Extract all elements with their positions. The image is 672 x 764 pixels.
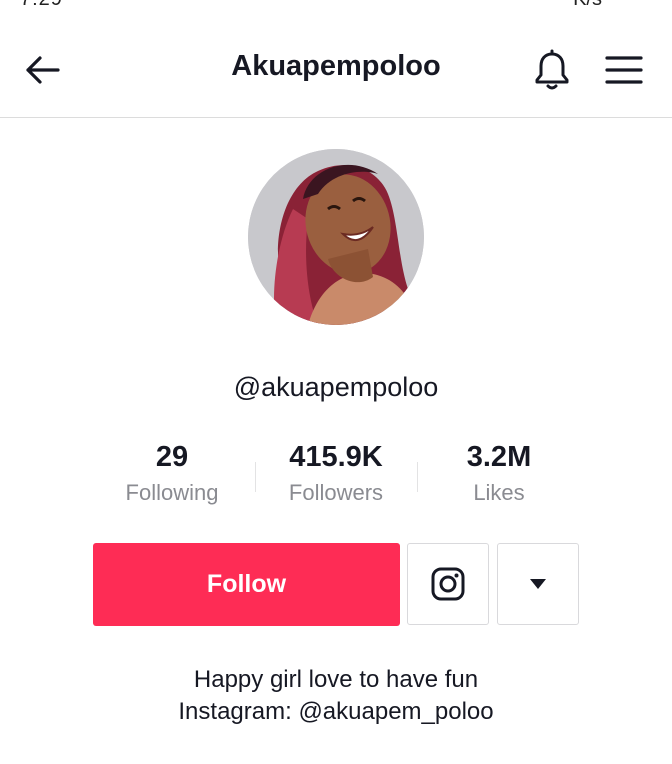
instagram-button[interactable] [407,543,489,625]
avatar-photo [248,149,424,325]
stat-divider [417,462,418,492]
stat-value: 29 [155,441,189,473]
profile-handle: @akuapempoloo [233,372,439,402]
stat-label: Followers [288,480,384,505]
notifications-button[interactable] [528,46,576,94]
caret-down-icon [530,579,546,589]
hamburger-icon [605,56,643,84]
stat-likes[interactable]: 3.2M Likes [419,440,579,506]
follow-button[interactable]: Follow [93,543,400,626]
status-time: 7:29 [20,0,63,10]
bell-icon [535,49,569,90]
more-options-button[interactable] [497,543,579,625]
profile-bio: Happy girl love to have fun Instagram: @… [0,664,672,728]
instagram-icon [431,567,465,601]
bio-line-2: Instagram: @akuapem_poloo [178,698,494,725]
stat-value: 3.2M [466,441,532,473]
stat-label: Following [125,480,219,505]
stat-followers[interactable]: 415.9K Followers [256,440,416,506]
menu-button[interactable] [600,46,648,94]
stat-label: Likes [473,480,525,505]
status-speed: K/s [573,0,602,10]
top-bar: Akuapempoloo [0,20,672,118]
status-bar: 7:29 K/s [0,0,672,10]
stat-following[interactable]: 29 Following [92,440,252,506]
stat-value: 415.9K [289,441,383,473]
bio-line-1: Happy girl love to have fun [193,666,479,693]
avatar[interactable] [248,149,424,325]
